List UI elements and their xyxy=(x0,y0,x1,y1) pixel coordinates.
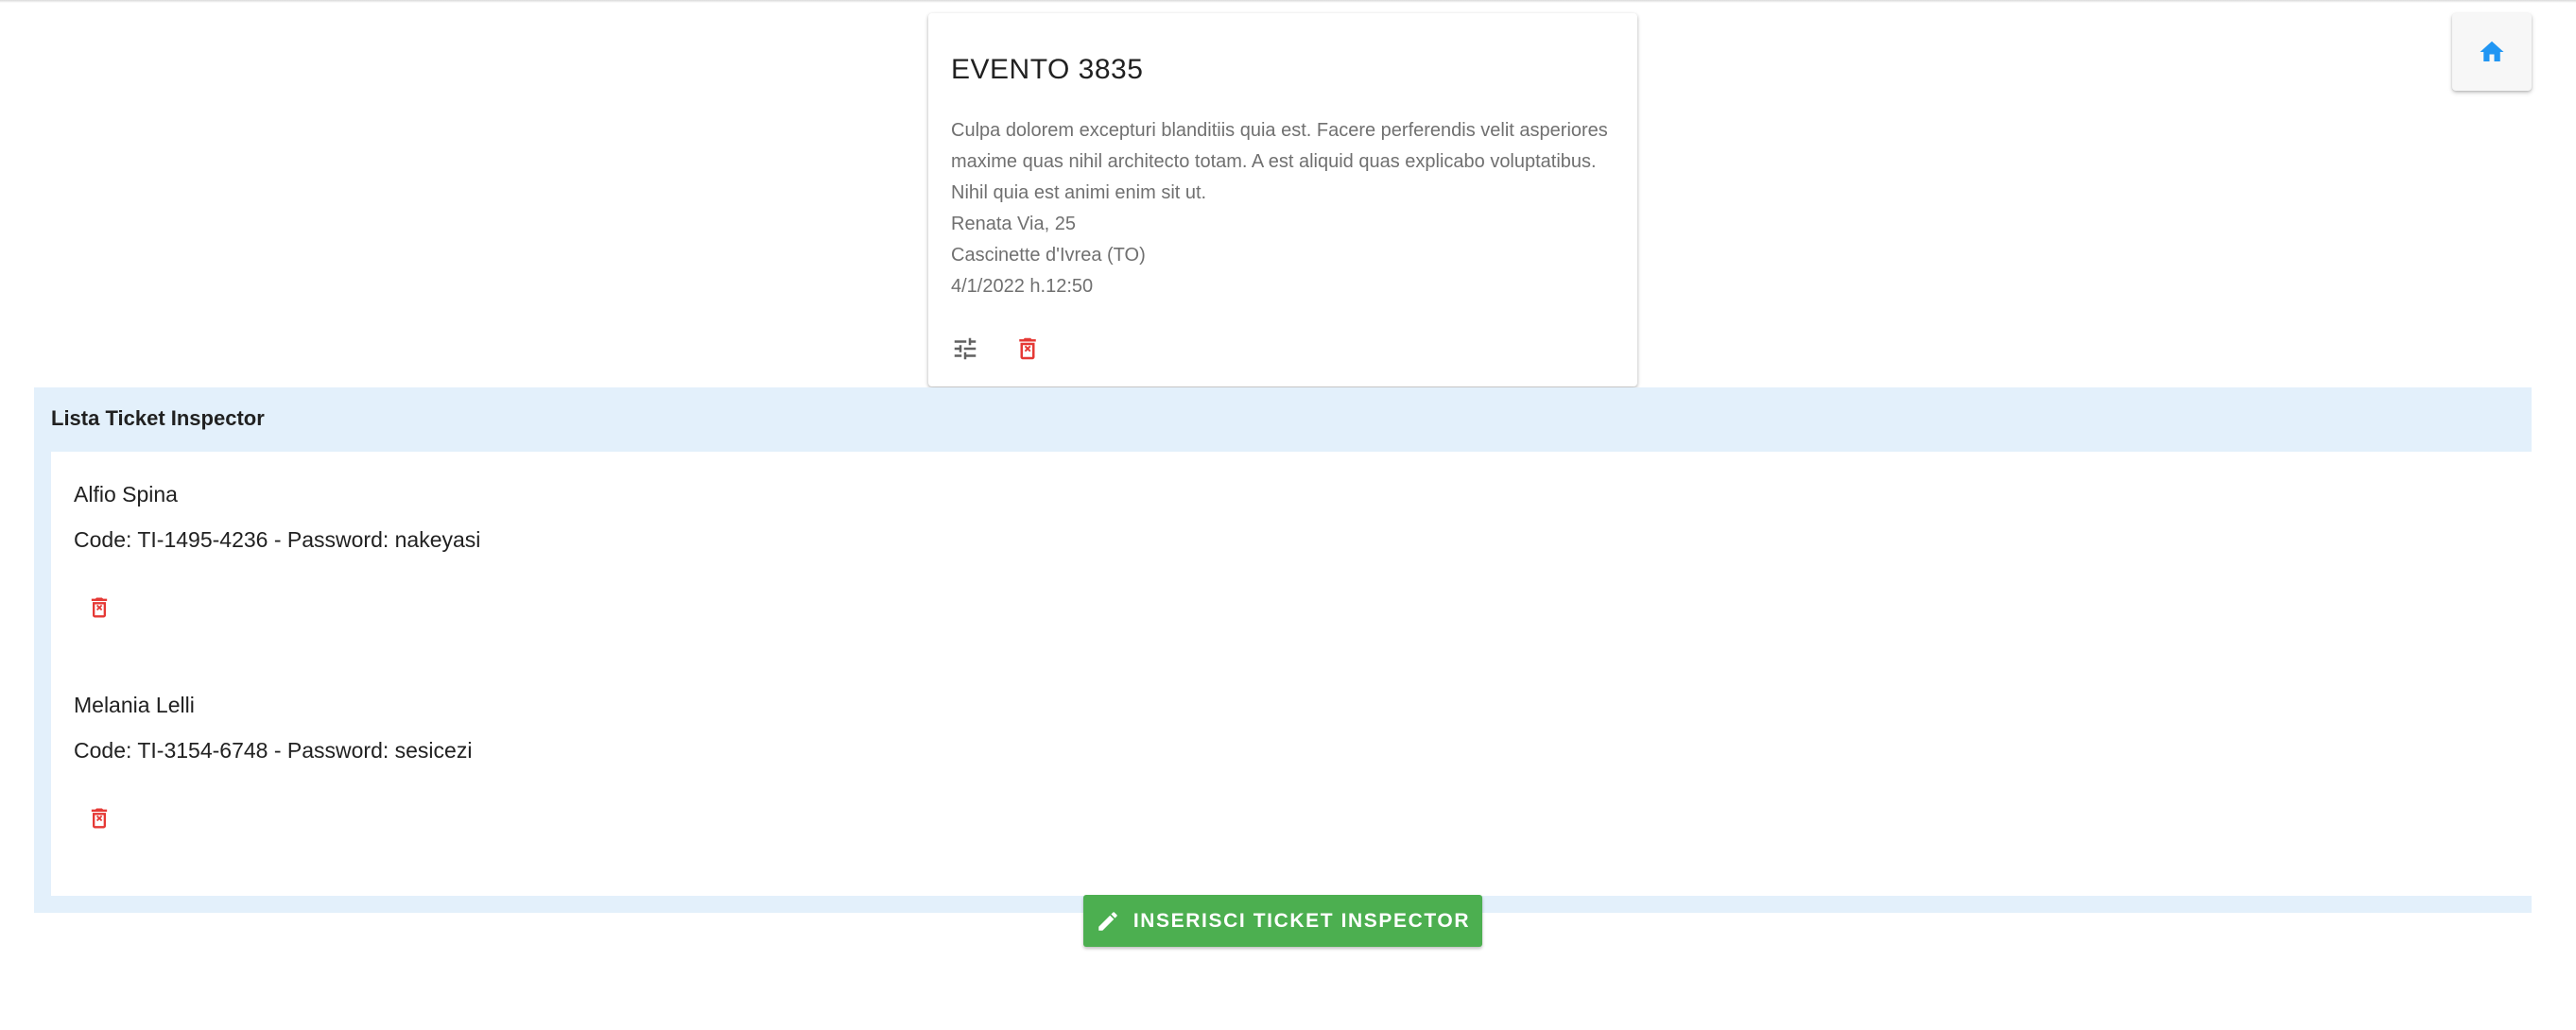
add-button-label: INSERISCI TICKET INSPECTOR xyxy=(1132,909,1471,932)
home-button[interactable] xyxy=(2452,13,2532,91)
event-card: EVENTO 3835 Culpa dolorem excepturi blan… xyxy=(928,13,1637,386)
inspector-list-title: Lista Ticket Inspector xyxy=(51,406,265,430)
inspector-name: Alfio Spina xyxy=(74,482,178,506)
delete-inspector-button[interactable] xyxy=(83,802,115,834)
delete-event-button[interactable] xyxy=(1010,331,1046,367)
event-actions xyxy=(947,331,1046,367)
event-description: Culpa dolorem excepturi blanditiis quia … xyxy=(951,120,1608,203)
event-address: Renata Via, 25 xyxy=(951,214,1076,234)
list-item: Melania Lelli Code: TI-3154-6748 - Passw… xyxy=(74,691,472,764)
tune-icon xyxy=(954,337,977,360)
event-city: Cascinette d'Ivrea (TO) xyxy=(951,245,1146,266)
delete-icon xyxy=(91,597,108,618)
inspector-list: Alfio Spina Code: TI-1495-4236 - Passwor… xyxy=(51,452,2532,896)
top-bar-shadow xyxy=(0,0,2576,3)
inspector-credentials: Code: TI-1495-4236 - Password: nakeyasi xyxy=(74,527,481,552)
delete-icon xyxy=(91,808,108,829)
event-title: EVENTO 3835 xyxy=(951,54,1144,85)
home-icon xyxy=(2480,41,2504,61)
inspector-name: Melania Lelli xyxy=(74,693,195,717)
delete-inspector-button[interactable] xyxy=(83,592,115,624)
pencil-icon xyxy=(1098,911,1117,931)
inspector-credentials: Code: TI-3154-6748 - Password: sesicezi xyxy=(74,738,473,763)
list-item: Alfio Spina Code: TI-1495-4236 - Passwor… xyxy=(74,480,480,554)
edit-event-button[interactable] xyxy=(947,331,983,367)
add-ticket-inspector-button[interactable]: INSERISCI TICKET INSPECTOR xyxy=(1083,895,1482,947)
delete-icon xyxy=(1019,337,1036,360)
inspector-list-section: Lista Ticket Inspector Alfio Spina Code:… xyxy=(34,387,2532,913)
event-datetime: 4/1/2022 h.12:50 xyxy=(951,276,1094,297)
